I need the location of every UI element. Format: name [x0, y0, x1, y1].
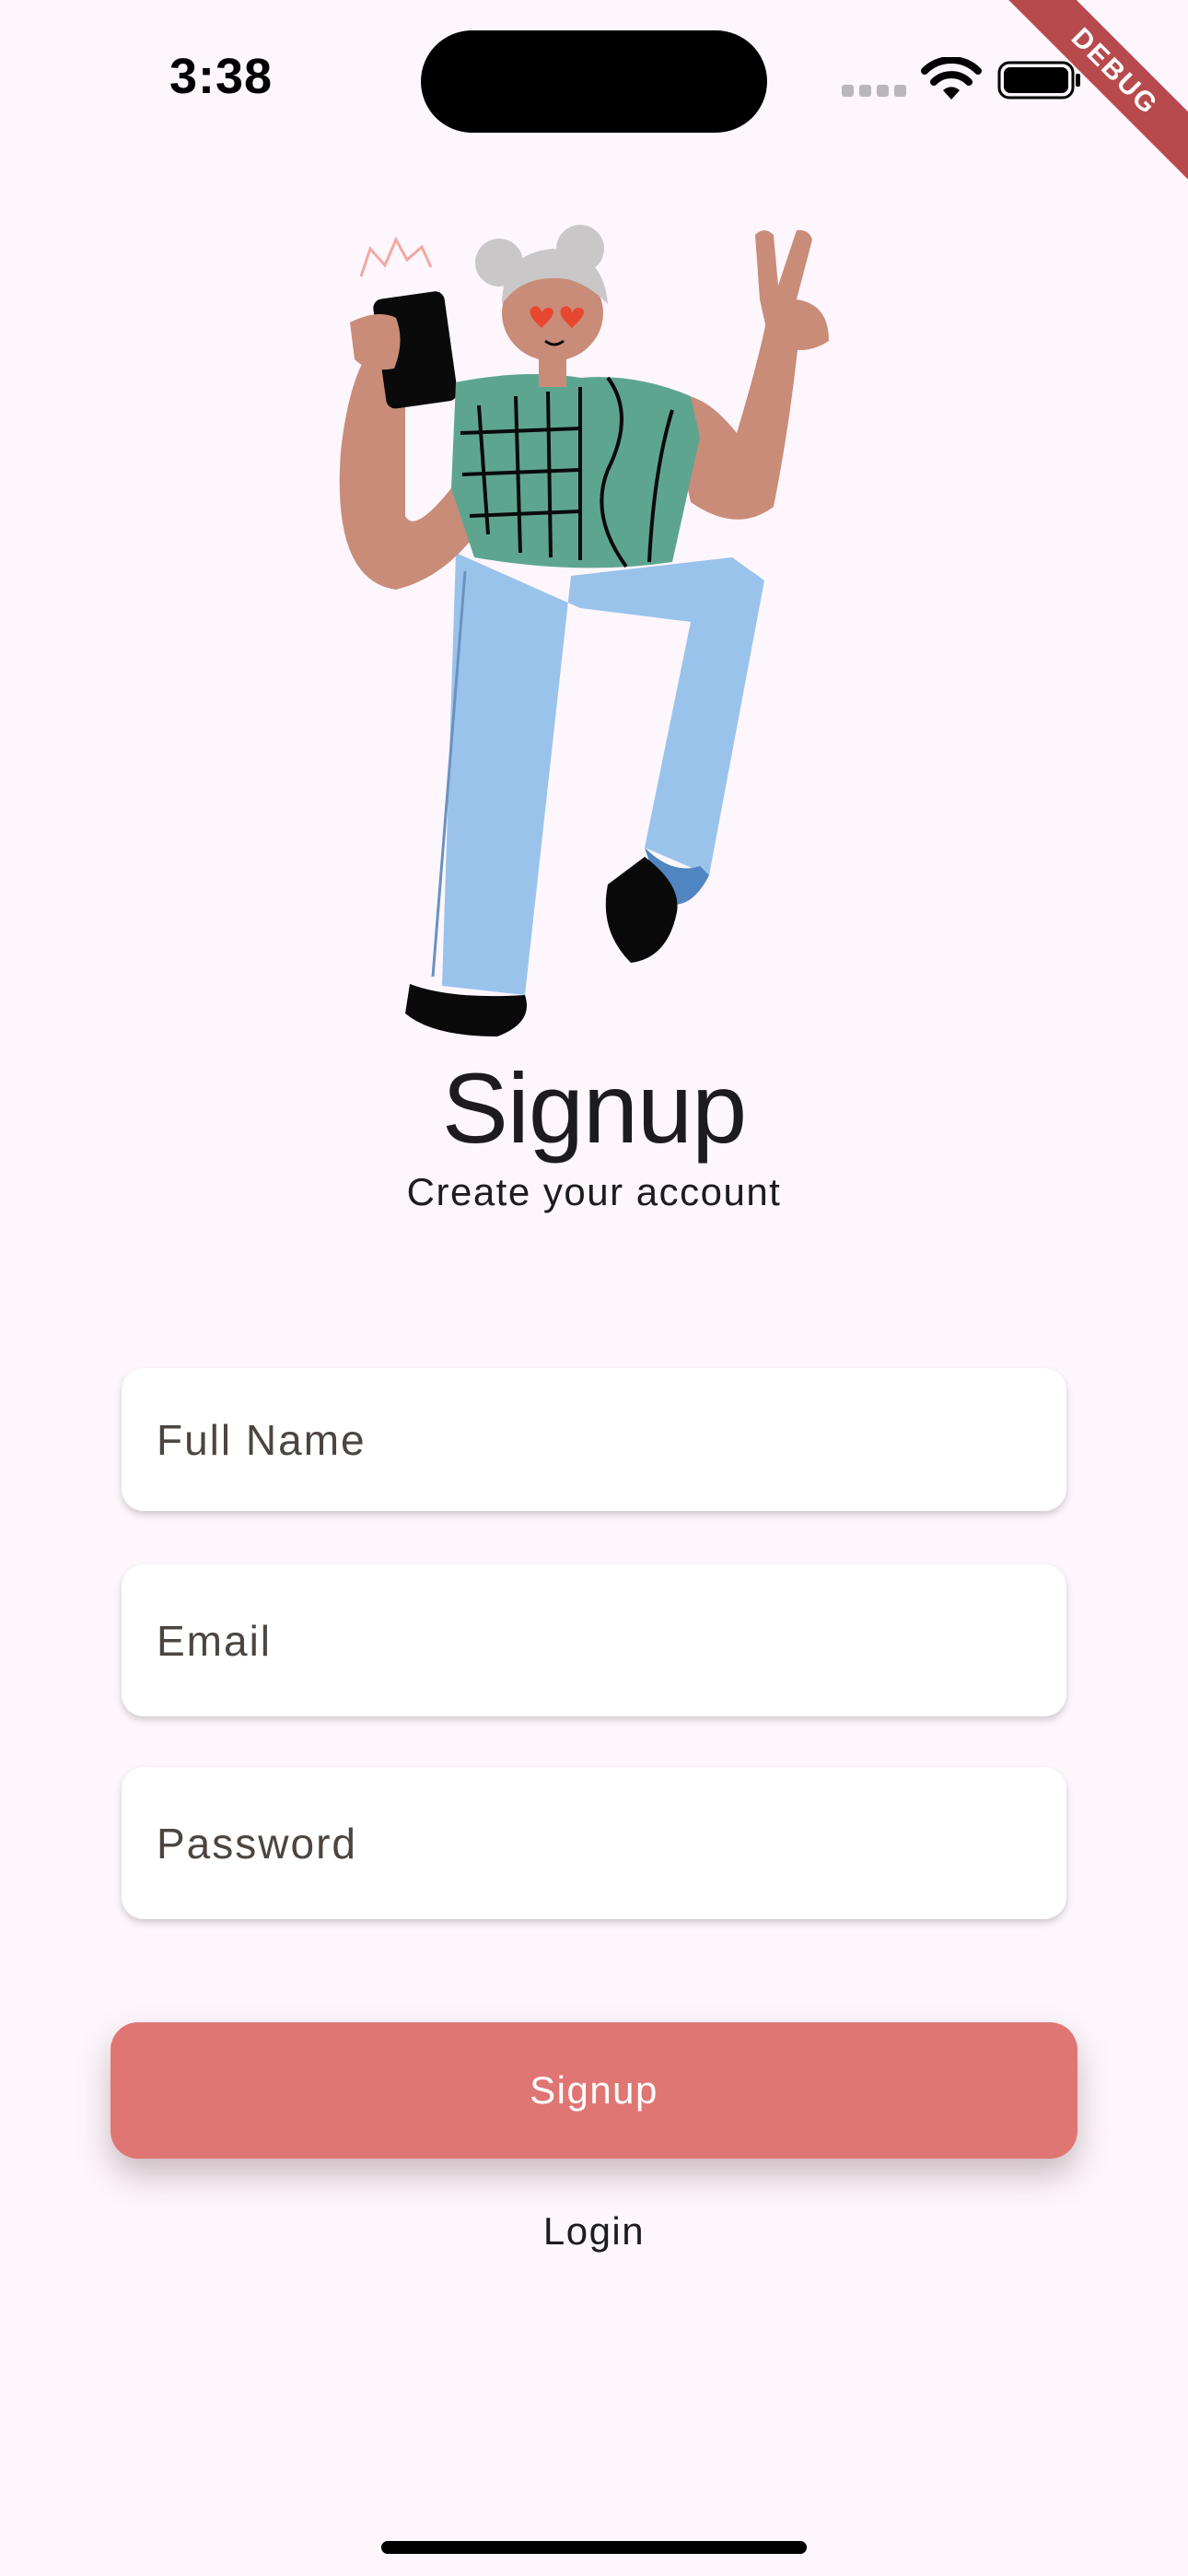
email-field[interactable] — [122, 1564, 1066, 1716]
cellular-signal-icon — [842, 85, 906, 98]
password-field[interactable] — [122, 1767, 1066, 1919]
person-with-phone-illustration — [339, 225, 829, 1036]
battery-icon — [997, 61, 1080, 100]
signup-screen: 3:38 DEBUG Signup Create your account Fu… — [0, 0, 1188, 2576]
status-time: 3:38 — [169, 49, 274, 104]
page-subtitle: Create your account — [406, 1170, 782, 1213]
page-title: Signup — [441, 1052, 747, 1164]
wifi-icon — [921, 57, 982, 100]
full-name-field[interactable] — [122, 1368, 1066, 1511]
password-input[interactable] — [157, 1818, 1066, 1868]
login-link[interactable]: Login — [0, 2209, 1188, 2254]
home-indicator[interactable] — [381, 2541, 807, 2554]
debug-banner: DEBUG — [986, 0, 1188, 200]
full-name-input[interactable] — [157, 1414, 1066, 1465]
signup-button[interactable]: Signup — [111, 2022, 1077, 2159]
dynamic-island — [421, 30, 767, 133]
email-input[interactable] — [157, 1615, 1066, 1666]
